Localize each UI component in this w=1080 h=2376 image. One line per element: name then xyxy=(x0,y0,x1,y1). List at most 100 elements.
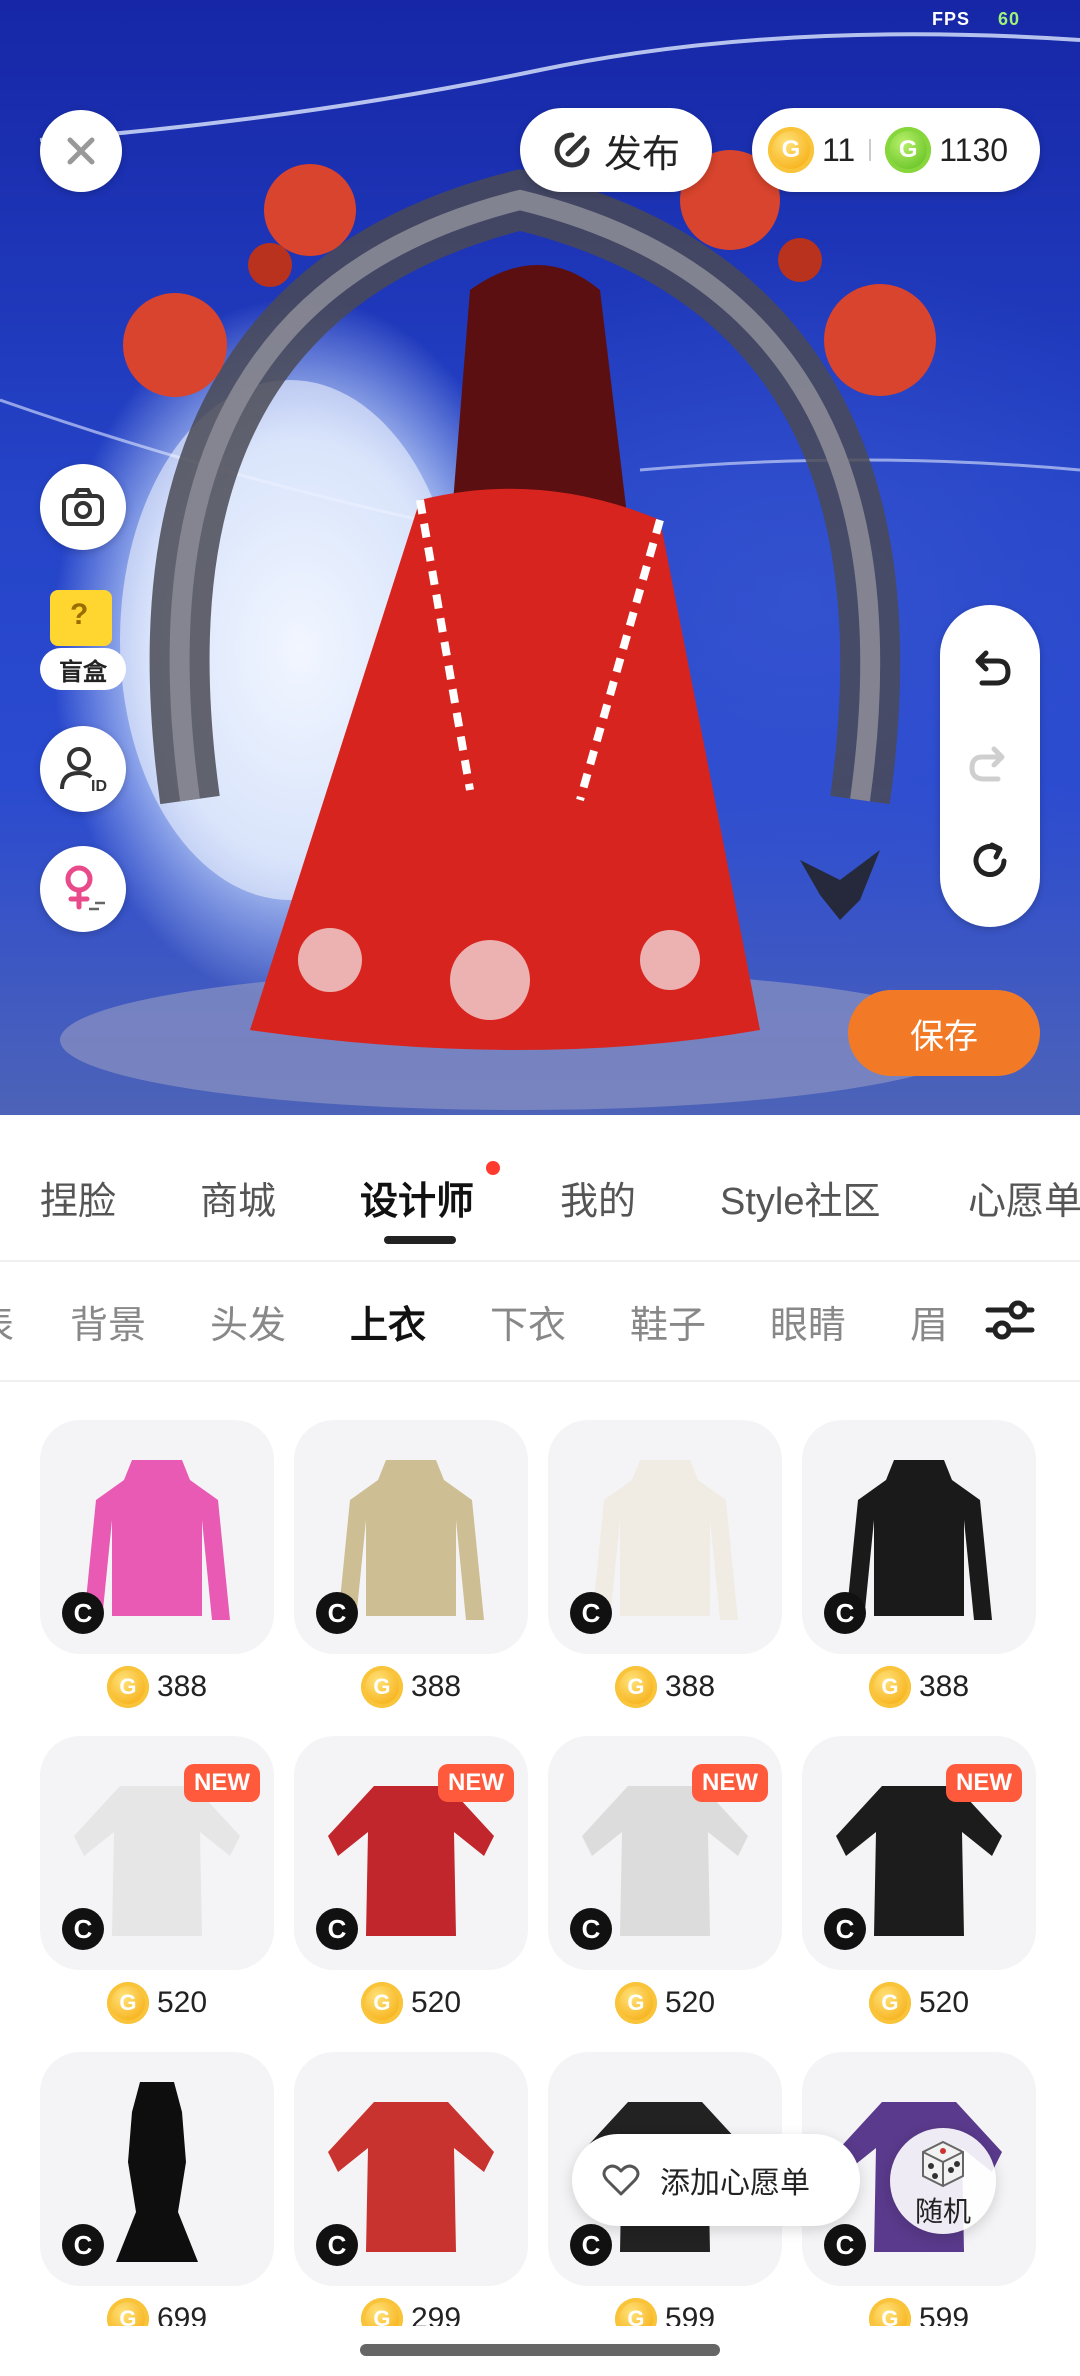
subtab-eyebrows[interactable]: 眉 xyxy=(910,1294,948,1349)
item-price: G 388 xyxy=(40,1666,274,1708)
heart-icon xyxy=(602,2164,640,2196)
item-price-value: 388 xyxy=(410,1670,462,1703)
item-price-value: 388 xyxy=(664,1670,716,1703)
publish-button[interactable]: 发布 xyxy=(520,108,712,192)
item-card[interactable]: C G 299 xyxy=(294,2052,528,2340)
creator-badge-icon: C xyxy=(824,2224,866,2266)
item-thumbnail[interactable]: C NEW xyxy=(294,1736,528,1970)
item-price-value: 520 xyxy=(410,1986,462,2019)
gold-coin-icon: G xyxy=(868,1982,911,2024)
item-price: G 388 xyxy=(294,1666,528,1708)
gold-coin-icon: G xyxy=(360,1666,403,1708)
gold-amount: 11 xyxy=(822,131,856,168)
subtab-eyes[interactable]: 眼睛 xyxy=(770,1294,846,1349)
item-price: G 520 xyxy=(40,1982,274,2024)
item-thumbnail[interactable]: C NEW xyxy=(40,1736,274,1970)
reset-icon xyxy=(973,842,1007,877)
creator-badge-icon: C xyxy=(570,1592,612,1634)
creator-badge-icon: C xyxy=(316,2224,358,2266)
save-button[interactable]: 保存 xyxy=(848,990,1040,1076)
creator-badge-icon: C xyxy=(316,1908,358,1950)
history-controls xyxy=(940,605,1040,927)
undo-icon xyxy=(975,650,1011,686)
item-card[interactable]: C G 388 xyxy=(40,1420,274,1708)
tab-designer[interactable]: 设计师 xyxy=(360,1170,474,1225)
blindbox-label: 盲盒 xyxy=(40,648,126,690)
random-button[interactable]: 随机 xyxy=(890,2128,996,2234)
item-card[interactable]: C G 388 xyxy=(802,1420,1036,1708)
item-card[interactable]: C NEW G 520 xyxy=(802,1736,1036,2024)
item-thumbnail[interactable]: C xyxy=(802,1420,1036,1654)
item-card[interactable]: C NEW G 520 xyxy=(40,1736,274,2024)
user-id-icon: ID xyxy=(60,747,107,795)
item-thumbnail[interactable]: C xyxy=(40,2052,274,2286)
creator-badge-icon: C xyxy=(824,1908,866,1950)
item-card[interactable]: C NEW G 520 xyxy=(548,1736,782,2024)
main-tabs: 捏脸 商城 设计师 我的 Style社区 心愿单 xyxy=(0,1115,1080,1260)
item-thumbnail[interactable]: C xyxy=(294,1420,528,1654)
item-price-value: 520 xyxy=(156,1986,208,2019)
camera-button[interactable] xyxy=(40,464,126,550)
new-badge: NEW xyxy=(438,1764,514,1802)
gender-switch-button[interactable] xyxy=(40,846,126,932)
close-icon xyxy=(67,137,95,165)
fps-counter: FPS 60 xyxy=(932,9,1020,30)
item-card[interactable]: C G 699 xyxy=(40,2052,274,2340)
item-price: G 388 xyxy=(802,1666,1036,1708)
subtab-bottom[interactable]: 下衣 xyxy=(490,1294,566,1349)
item-price-value: 520 xyxy=(664,1986,716,2019)
undo-button[interactable] xyxy=(966,645,1014,693)
creator-badge-icon: C xyxy=(824,1592,866,1634)
redo-button[interactable] xyxy=(966,741,1014,789)
tab-designer-notification-dot xyxy=(486,1161,500,1175)
green-coin-icon: G xyxy=(885,127,932,173)
add-wishlist-button[interactable]: 添加心愿单 xyxy=(572,2134,860,2226)
creator-badge-icon: C xyxy=(570,2224,612,2266)
creator-badge-icon: C xyxy=(62,1592,104,1634)
new-badge: NEW xyxy=(692,1764,768,1802)
subtab-partial[interactable]: 表 xyxy=(0,1294,14,1349)
item-thumbnail[interactable]: C NEW xyxy=(802,1736,1036,1970)
item-thumbnail[interactable]: C NEW xyxy=(548,1736,782,1970)
redo-icon xyxy=(969,746,1005,782)
item-card[interactable]: C G 388 xyxy=(548,1420,782,1708)
item-price-value: 520 xyxy=(918,1986,970,2019)
item-thumbnail[interactable]: C xyxy=(40,1420,274,1654)
creator-badge-icon: C xyxy=(62,1908,104,1950)
filter-button[interactable] xyxy=(980,1290,1040,1350)
reset-button[interactable] xyxy=(966,837,1014,885)
subtab-shoes[interactable]: 鞋子 xyxy=(630,1294,706,1349)
tab-wishlist[interactable]: 心愿单 xyxy=(968,1170,1080,1225)
creator-badge-icon: C xyxy=(570,1908,612,1950)
item-card[interactable]: C NEW G 520 xyxy=(294,1736,528,2024)
item-price-value: 388 xyxy=(156,1670,208,1703)
blindbox-button[interactable]: 盲盒 xyxy=(40,590,126,690)
avatar-scene[interactable]: FPS 60 发布 G 11 G 1130 盲盒 ID 保存 xyxy=(0,0,1080,1115)
new-badge: NEW xyxy=(946,1764,1022,1802)
close-button[interactable] xyxy=(40,110,122,192)
gold-coin-icon: G xyxy=(360,1982,403,2024)
item-price: G 520 xyxy=(294,1982,528,2024)
subtab-background[interactable]: 背景 xyxy=(70,1294,146,1349)
subtab-hair[interactable]: 头发 xyxy=(210,1294,286,1349)
tab-face[interactable]: 捏脸 xyxy=(40,1170,116,1225)
item-card[interactable]: C G 388 xyxy=(294,1420,528,1708)
avatar-id-button[interactable]: ID xyxy=(40,726,126,812)
female-switch-icon xyxy=(65,865,105,911)
item-thumbnail[interactable]: C xyxy=(548,1420,782,1654)
gold-coin-icon: G xyxy=(768,127,814,173)
item-price-value: 388 xyxy=(918,1670,970,1703)
home-indicator[interactable] xyxy=(360,2344,720,2356)
gold-coin-icon: G xyxy=(614,1666,657,1708)
currency-balance[interactable]: G 11 G 1130 xyxy=(752,108,1040,192)
add-wishlist-label: 添加心愿单 xyxy=(660,2167,810,2200)
tab-mine[interactable]: 我的 xyxy=(560,1170,636,1225)
tab-style-community[interactable]: Style社区 xyxy=(720,1170,880,1225)
item-thumbnail[interactable]: C xyxy=(294,2052,528,2286)
filter-sliders-icon xyxy=(985,1300,1035,1340)
active-tab-indicator xyxy=(384,1236,456,1244)
gold-coin-icon: G xyxy=(868,1666,911,1708)
subtab-top[interactable]: 上衣 xyxy=(350,1294,426,1349)
tab-shop[interactable]: 商城 xyxy=(200,1170,276,1225)
gold-coin-icon: G xyxy=(106,1982,149,2024)
